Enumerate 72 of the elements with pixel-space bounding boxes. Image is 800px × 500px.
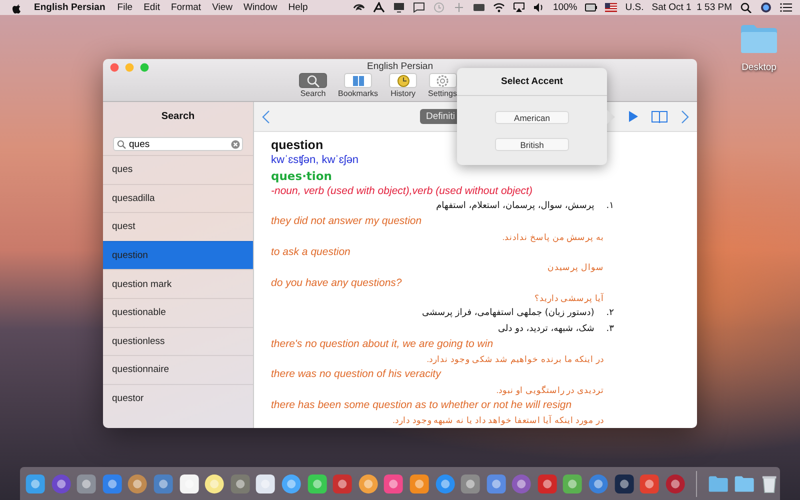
airplay-icon[interactable]	[512, 2, 525, 13]
accent-button[interactable]: American	[495, 111, 569, 124]
volume-icon[interactable]	[532, 2, 545, 13]
word-list-item[interactable]: questionless	[103, 326, 253, 356]
sense-text: شک، شبهه، تردید، دو دلی	[498, 322, 594, 336]
popover-arrow	[607, 110, 615, 124]
chat-icon[interactable]	[412, 2, 425, 13]
menu-item[interactable]: View	[212, 2, 232, 13]
word-list-item[interactable]: questor	[103, 384, 253, 412]
back-chevron-icon[interactable]	[262, 110, 270, 124]
example-translation: سوال پرسیدن	[548, 261, 604, 274]
word-list-item[interactable]: questionnaire	[103, 355, 253, 384]
popover-title: Select Accent	[501, 75, 563, 90]
script-icon[interactable]	[372, 2, 385, 13]
book-icon[interactable]	[651, 110, 668, 124]
word-list-item[interactable]: questionable	[103, 298, 253, 327]
clear-icon[interactable]	[231, 140, 240, 148]
sense-number: ۳.	[606, 322, 614, 336]
word-list-item[interactable]: question	[103, 240, 253, 270]
sense-number: ۱.	[606, 200, 614, 214]
list-icon[interactable]	[780, 2, 792, 13]
example-translation: به پرسش من پاسخ ندادند.	[502, 230, 604, 244]
search-icon[interactable]	[740, 2, 752, 13]
menu-item[interactable]: Help	[288, 2, 308, 13]
search-icon	[306, 74, 321, 88]
example-sentence: they did not answer my question	[271, 214, 422, 230]
app-menu[interactable]: English Persian	[34, 2, 106, 13]
apple-icon[interactable]	[12, 2, 22, 14]
sense-number: ۲.	[606, 307, 614, 320]
bookmarks-icon	[350, 74, 366, 88]
battery-percent: 100%	[552, 2, 578, 13]
sense-text: پرسش، سوال، پرسمان، استعلام، استفهام	[436, 200, 594, 214]
menu-item[interactable]: Edit	[144, 2, 160, 13]
example-sentence: there was no question of his veracity	[271, 367, 441, 382]
accent-button[interactable]: British	[495, 138, 569, 151]
pronunciation: kwˈɛsʧən, kwˈɛʃən	[271, 153, 359, 168]
close-button[interactable]	[110, 63, 119, 72]
example-translation: در اینکه ما برنده خواهیم شد شکی وجود ندارد.	[426, 353, 604, 366]
battery-icon[interactable]	[585, 2, 598, 13]
menu-item[interactable]: File	[117, 2, 133, 13]
example-sentence: do you have any questions?	[271, 276, 402, 291]
example-sentence: there has been some question as to whether or not he will resign	[271, 398, 572, 414]
menu-item[interactable]: Window	[243, 2, 278, 13]
part-of-speech: -noun, verb (used with object),verb (used without object)	[271, 184, 532, 199]
window-title: English Persian	[366, 61, 433, 72]
history-icon	[396, 74, 411, 88]
zoom-button[interactable]	[140, 63, 149, 72]
menubar-clock[interactable]: Sat Oct 1 1 53 PM	[652, 2, 732, 13]
input-source[interactable]: U.S.	[625, 2, 644, 13]
example-translation: آیا پرسشی دارید؟	[534, 292, 604, 305]
example-sentence: there's no question about it, we are going to win	[271, 336, 494, 352]
menu-item[interactable]: Format	[170, 2, 202, 13]
play-icon[interactable]	[629, 111, 638, 122]
settings-icon	[435, 74, 450, 88]
example-translation: تردیدی در راستگویی او نبود.	[496, 384, 604, 398]
word-list-item[interactable]: ques	[103, 155, 253, 184]
forward-chevron-icon[interactable]	[681, 110, 689, 124]
toolbar-button[interactable]: Bookmarks	[338, 73, 378, 98]
word-list-item[interactable]: question mark	[103, 269, 253, 298]
search-icon	[117, 140, 126, 148]
example-sentence: to ask a question	[271, 245, 350, 260]
flag-icon[interactable]	[605, 2, 618, 13]
example-translation: در مورد اینکه آیا استعفا خواهد داد یا نه شبهه وجود دارد.	[392, 414, 604, 428]
sense-text: (دستور زبان) جملهی استفهامی، فراز پرسشی	[422, 307, 594, 320]
syllables: ques·tion	[271, 168, 332, 184]
swirl-icon[interactable]	[352, 2, 365, 13]
word-list-item[interactable]: quesadilla	[103, 184, 253, 212]
wifi-icon[interactable]	[492, 2, 505, 13]
search-field[interactable]: ques	[113, 137, 243, 151]
sidebar-title: Search	[160, 110, 196, 124]
display-icon[interactable]	[392, 2, 405, 13]
headword: question	[271, 138, 324, 154]
